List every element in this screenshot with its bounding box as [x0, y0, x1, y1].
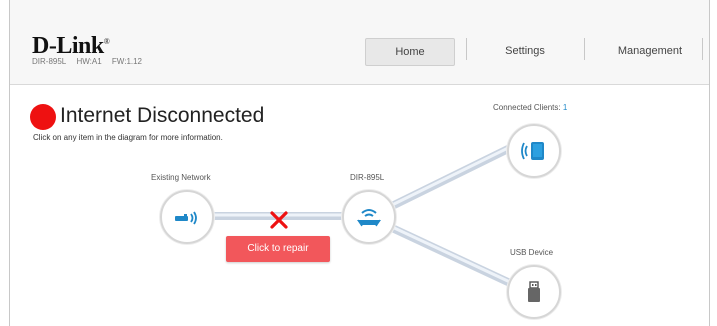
- router-node[interactable]: [342, 190, 396, 244]
- hardware-version: HW:A1: [76, 57, 102, 66]
- tab-settings[interactable]: Settings: [485, 38, 565, 64]
- modem-wireless-icon: [175, 211, 197, 225]
- main-content: Internet Disconnected Click on any item …: [10, 85, 709, 326]
- usb-drive-icon: [528, 281, 540, 302]
- disconnected-x-icon[interactable]: [269, 210, 289, 230]
- usb-device-label: USB Device: [510, 248, 554, 257]
- router-label: DIR-895L: [350, 173, 385, 182]
- firmware-version: FW:1.12: [111, 57, 143, 66]
- model-name: DIR-895L: [32, 57, 67, 66]
- usb-device-node[interactable]: [507, 265, 561, 319]
- app-frame: D-Link® DIR-895L HW:A1 FW:1.12 Home Sett…: [9, 0, 710, 326]
- nav-divider: [466, 38, 467, 60]
- wireless-tablet-icon: [521, 142, 544, 160]
- nav-divider: [584, 38, 585, 60]
- dlink-logo: D-Link®: [32, 33, 110, 59]
- header: D-Link® DIR-895L HW:A1 FW:1.12 Home Sett…: [10, 0, 709, 85]
- router-icon: [357, 209, 381, 227]
- existing-network-node[interactable]: [160, 190, 214, 244]
- tab-management[interactable]: Management: [605, 38, 695, 64]
- connected-clients-text: Connected Clients:: [493, 103, 561, 112]
- tab-home[interactable]: Home: [365, 38, 455, 66]
- repair-button[interactable]: Click to repair: [226, 236, 330, 262]
- link-usb: [388, 223, 512, 287]
- connected-clients-node[interactable]: [507, 124, 561, 178]
- connected-clients-label: Connected Clients: 1: [493, 103, 567, 112]
- device-info: DIR-895L HW:A1 FW:1.12: [32, 57, 150, 66]
- nav-divider: [702, 38, 703, 60]
- link-clients: [388, 144, 512, 211]
- connected-clients-count: 1: [562, 103, 568, 112]
- existing-network-label: Existing Network: [151, 173, 211, 182]
